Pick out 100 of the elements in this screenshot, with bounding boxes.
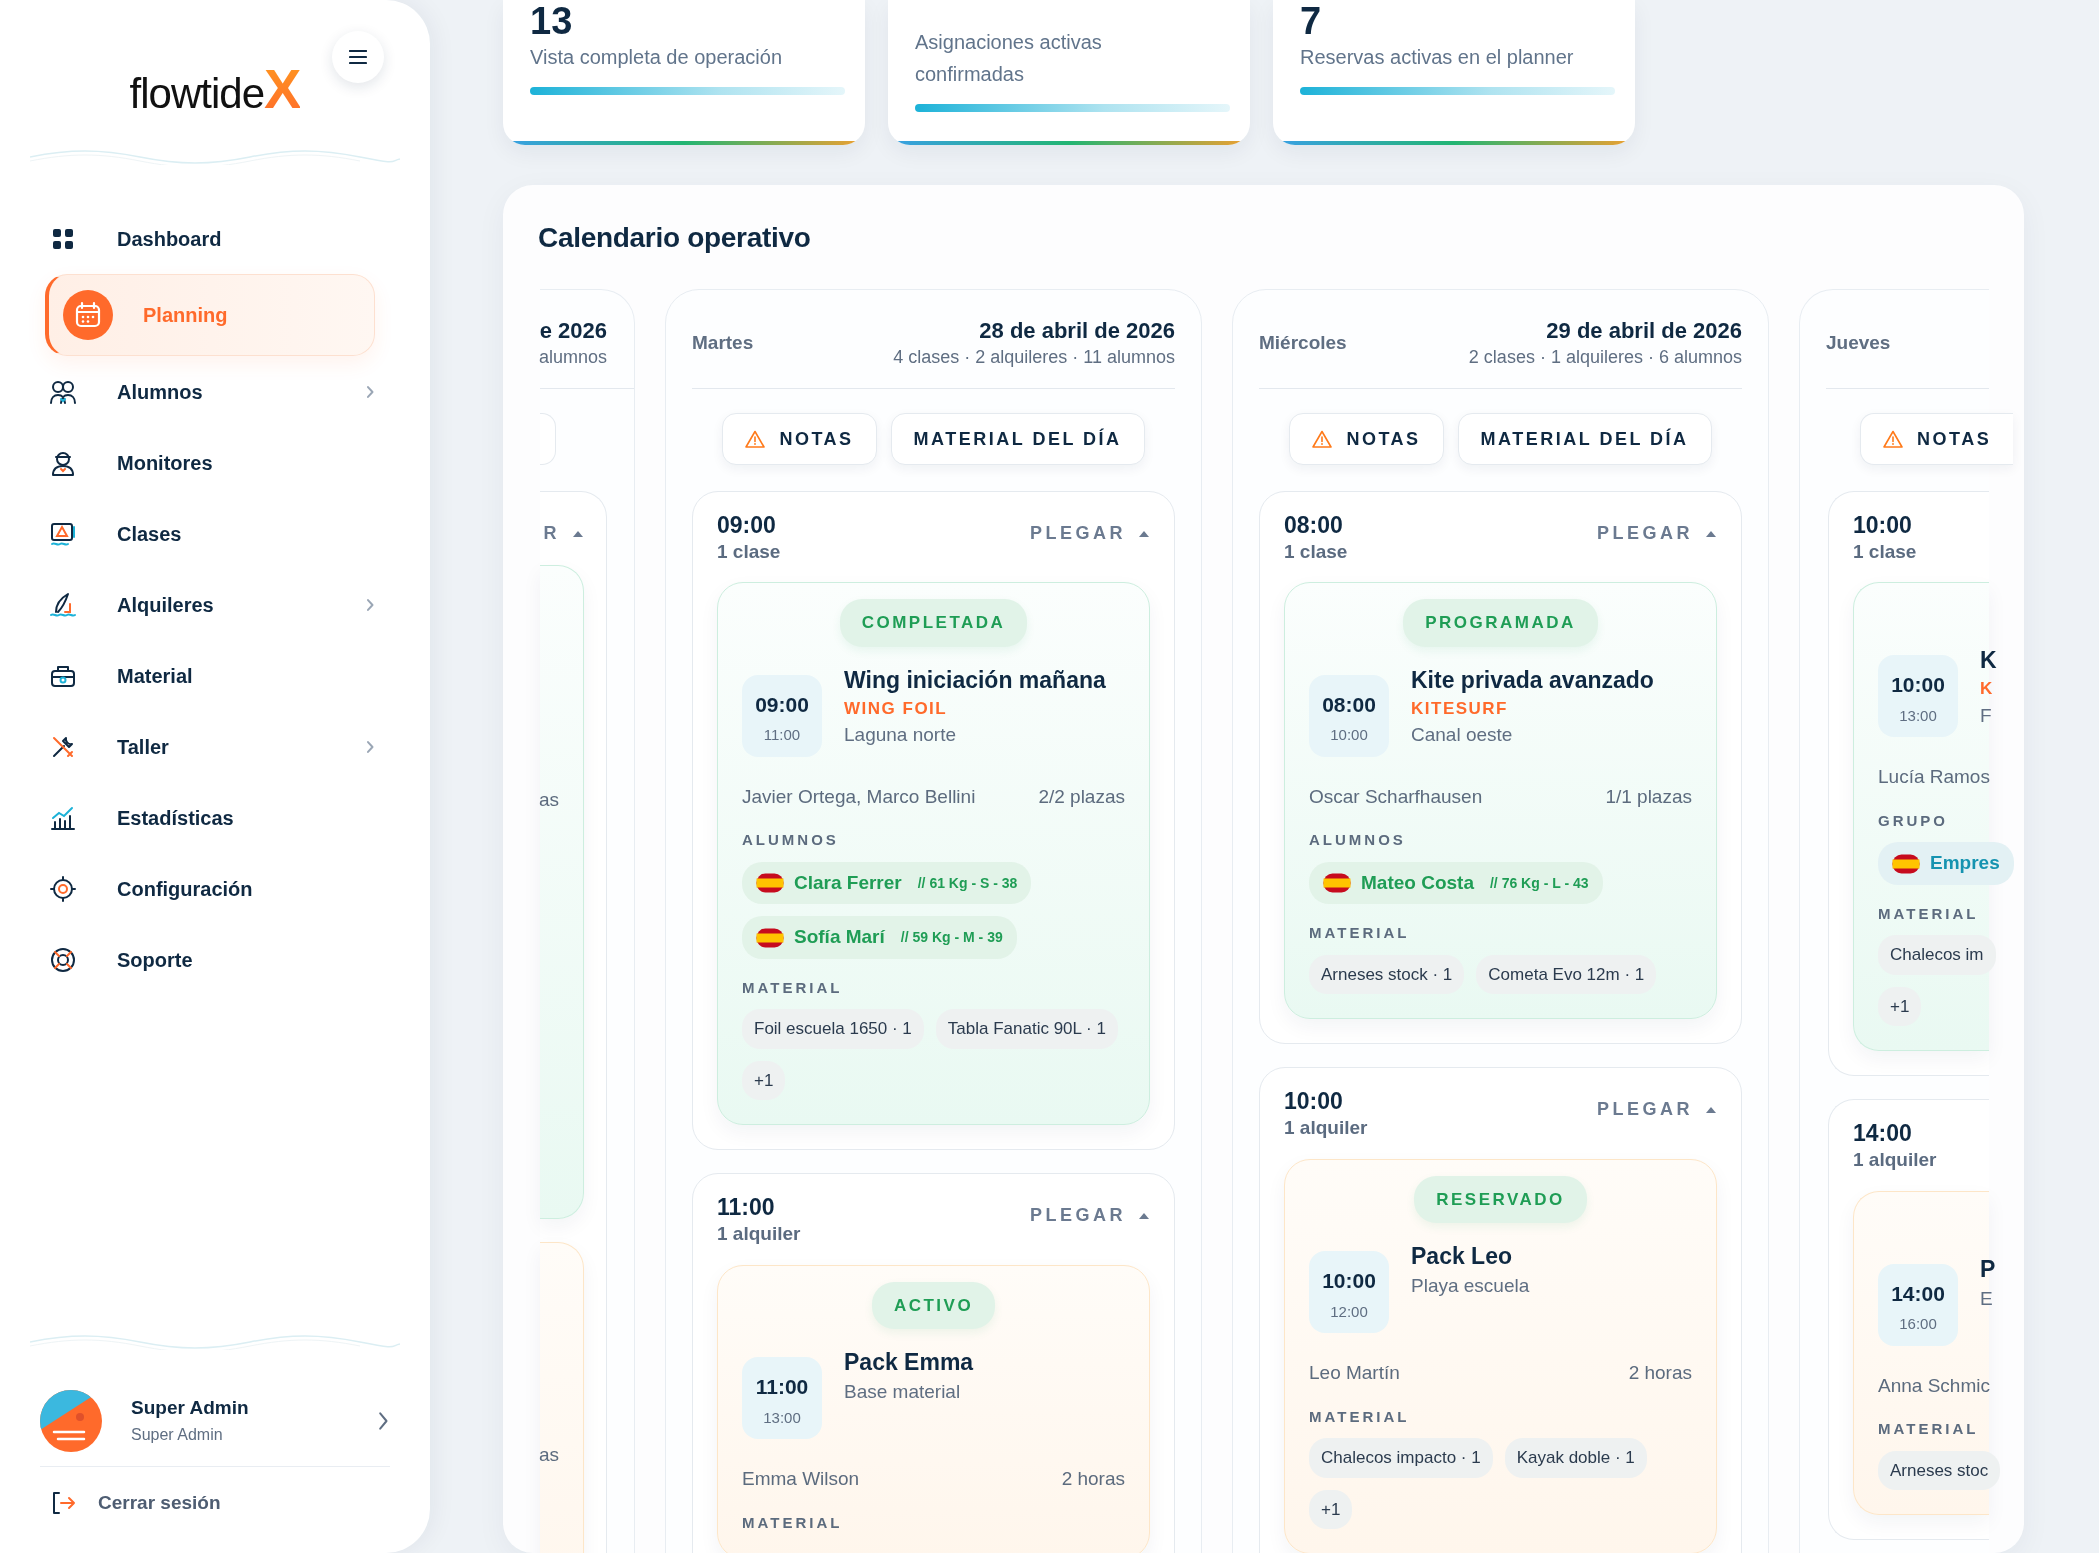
start-time: 11:00: [754, 1374, 810, 1401]
user-profile[interactable]: Super Admin Super Admin: [0, 1375, 430, 1466]
day-date: 28 de abril de 2026: [978, 317, 1175, 345]
slot-count: 1 alquiler: [1853, 1147, 1937, 1172]
capacity-text: as: [538, 1443, 559, 1467]
location-text: F: [1980, 703, 1993, 728]
calendar-icon: [63, 290, 113, 340]
section-label: ALUMNOS: [742, 830, 840, 851]
start-time: 10:00: [1321, 1268, 1377, 1295]
student-name: Empres: [1930, 851, 2000, 876]
nav-item[interactable]: Monitores: [0, 427, 430, 498]
end-time: 16:00: [1898, 1314, 1938, 1335]
user-role: Super Admin: [131, 1424, 224, 1445]
material-chip: Chalecos impacto · 1: [1309, 1438, 1493, 1478]
end-time: 13:00: [762, 1407, 802, 1428]
item-title: Kite privada avanzado: [1411, 665, 1654, 695]
collapse-toggle[interactable]: R: [543, 520, 584, 547]
slot-count: 1 clase: [1853, 539, 1917, 564]
warning-icon: [1883, 430, 1903, 448]
nav-item[interactable]: Clases: [0, 498, 430, 569]
item-title: K: [1980, 646, 1997, 676]
staff-text: Leo Martín: [1309, 1361, 1400, 1386]
location-text: Laguna norte: [844, 723, 957, 748]
notes-button[interactable]: NOTAS: [722, 413, 877, 465]
student-details: // 61 Kg - S - 38: [917, 873, 1018, 893]
section-label: MATERIAL: [742, 1512, 844, 1533]
nav-item[interactable]: Configuración: [0, 853, 430, 924]
item-title: Wing iniciación mañana: [844, 665, 1106, 695]
section-label: MATERIAL: [1309, 923, 1411, 944]
status-badge: RESERVADO: [1414, 1175, 1587, 1224]
stat-label: Vista completa de operación: [530, 45, 783, 70]
notes-button[interactable]: NOTAS: [1289, 413, 1444, 465]
collapse-toggle[interactable]: PLEGAR: [1030, 520, 1150, 547]
nav-item[interactable]: Dashboard: [0, 203, 430, 274]
logout-link[interactable]: Cerrar sesión: [40, 1465, 390, 1553]
section-title: Calendario operativo: [538, 221, 811, 255]
stat-value: 7: [1300, 0, 1322, 40]
material-chip: Cometa Evo 12m · 1: [1476, 954, 1657, 995]
staff-text: Javier Ortega, Marco Bellini: [742, 784, 976, 809]
logout-icon: [50, 1490, 76, 1515]
slot-time: 09:00: [717, 512, 777, 540]
nav-item[interactable]: Alumnos: [0, 356, 430, 427]
capacity-text: 2 horas: [1061, 1467, 1125, 1492]
material-chip: Foil escuela 1650 · 1: [742, 1009, 924, 1049]
logo: flowtideX: [129, 61, 301, 117]
stat-value: 13: [530, 0, 573, 40]
material-chip: Arneses stock · 1: [1309, 954, 1465, 995]
sport-label: WING FOIL: [844, 697, 949, 720]
end-time: 10:00: [1329, 725, 1369, 746]
flag-icon: [1892, 853, 1920, 874]
sport-label: KITESURF: [1411, 697, 1509, 720]
collapse-toggle[interactable]: PLEGAR: [1597, 1096, 1717, 1124]
flag-icon: [756, 927, 784, 948]
item-title: Pack Leo: [1411, 1242, 1513, 1272]
start-time: 08:00: [1321, 691, 1377, 718]
status-badge: PROGRAMADA: [1403, 599, 1598, 647]
material-button[interactable]: MATERIAL DEL DÍA: [890, 413, 1145, 465]
location-text: Canal oeste: [1411, 723, 1514, 748]
collapse-toggle[interactable]: PLEGAR: [1597, 520, 1717, 547]
end-time: 12:00: [1329, 1301, 1369, 1322]
slot-count: 1 clase: [717, 539, 781, 564]
section-label: MATERIAL: [1878, 903, 1980, 924]
slot-time: 10:00: [1853, 512, 1913, 540]
bar-chart-icon: [50, 804, 76, 831]
warning-icon: [745, 430, 766, 448]
nav-item[interactable]: Estadísticas: [0, 782, 430, 853]
slot-time: 14:00: [1853, 1120, 1913, 1148]
collapse-toggle[interactable]: PLEGAR: [1030, 1202, 1150, 1230]
menu-button[interactable]: [332, 31, 384, 83]
weekday-label: Miércoles: [1259, 330, 1347, 355]
slot-time: 08:00: [1284, 512, 1344, 540]
capacity-text: as: [538, 788, 559, 812]
slot-count: 1 alquiler: [717, 1221, 801, 1246]
nav-item[interactable]: Taller: [0, 711, 430, 782]
staff-text: Emma Wilson: [742, 1467, 860, 1492]
student-name: Mateo Costa: [1361, 870, 1474, 895]
gear-icon: [50, 875, 76, 902]
nav-item[interactable]: Material: [0, 640, 430, 711]
material-button[interactable]: MATERIAL DEL DÍA: [1457, 413, 1712, 465]
flag-icon: [1323, 873, 1351, 894]
sailboat-icon: [50, 591, 76, 618]
status-badge: ACTIVO: [871, 1281, 996, 1330]
end-time: 13:00: [1898, 705, 1938, 726]
capacity-text: 2 horas: [1628, 1361, 1692, 1386]
nav-item[interactable]: Soporte: [0, 924, 430, 995]
material-chip: +1: [1878, 986, 1922, 1027]
notes-button[interactable]: NOTAS: [1860, 413, 2014, 465]
day-summary: alumnos: [538, 345, 607, 369]
day-summary: 4 clases · 2 alquileres · 11 alumnos: [893, 345, 1175, 369]
start-time: 09:00: [754, 691, 810, 718]
material-chip: Kayak doble · 1: [1504, 1438, 1647, 1478]
student-details: // 59 Kg - M - 39: [900, 928, 1003, 948]
location-text: Base material: [844, 1380, 962, 1405]
capacity-text: 1/1 plazas: [1605, 784, 1692, 809]
slot-time: 10:00: [1284, 1088, 1344, 1116]
nav-item[interactable]: Alquileres: [0, 569, 430, 640]
location-text: E: [1980, 1286, 1994, 1311]
material-chip: +1: [742, 1060, 786, 1101]
stat-label: Reservas activas en el planner: [1300, 45, 1575, 70]
sport-label: K: [1980, 678, 1995, 701]
